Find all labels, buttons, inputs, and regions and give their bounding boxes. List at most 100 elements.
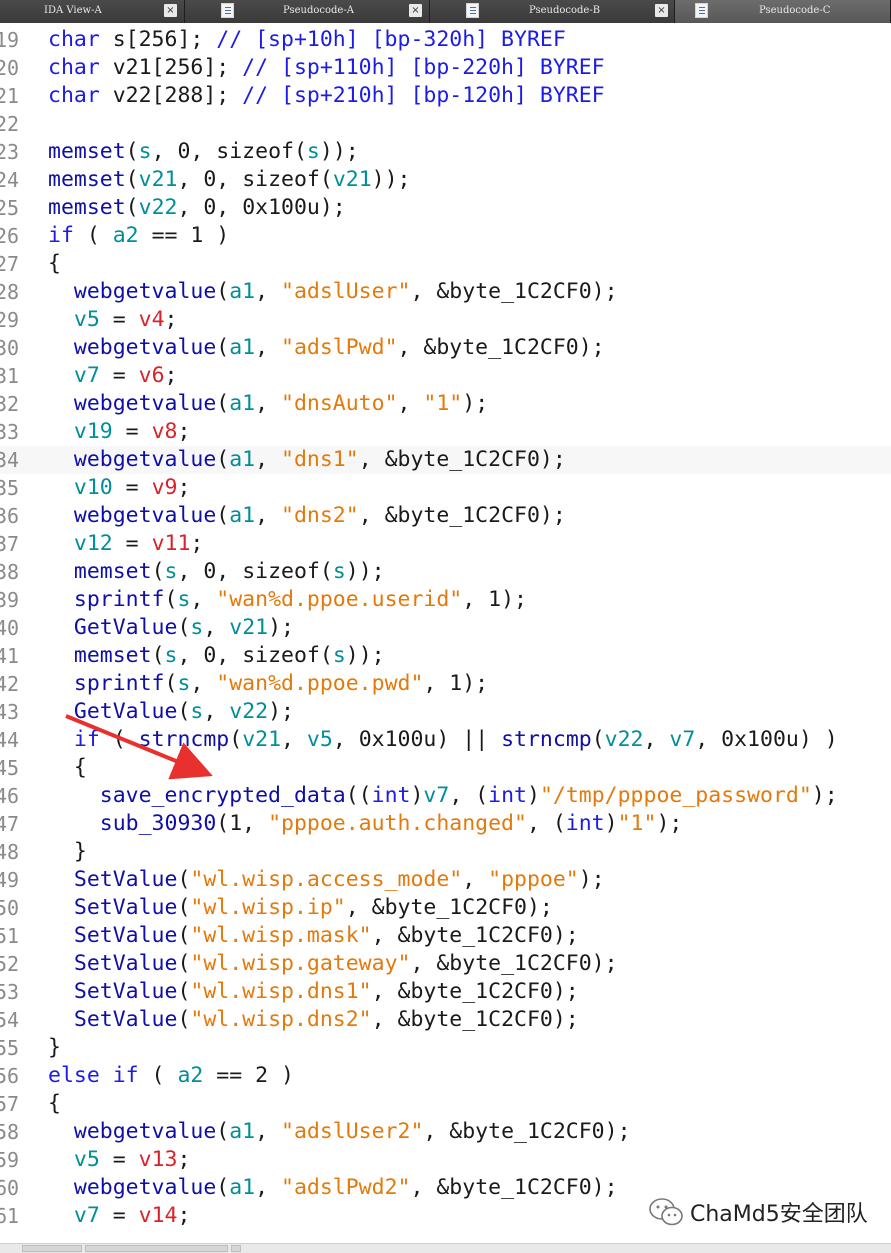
code-line[interactable]: 58 webgetvalue(a1, "adslUser2", &byte_1C… xyxy=(0,1118,891,1146)
code-token-fn[interactable]: memset xyxy=(74,559,152,584)
code-line[interactable]: 56 else if ( a2 == 2 ) xyxy=(0,1062,891,1090)
code-token-fn[interactable]: SetValue xyxy=(74,951,178,976)
code-token-loc[interactable]: v4 xyxy=(139,307,165,332)
code-line[interactable]: 34 webgetvalue(a1, "dns1", &byte_1C2CF0)… xyxy=(0,446,891,474)
code-text[interactable]: v12 = v11; xyxy=(48,530,203,558)
code-token-var[interactable]: v7 xyxy=(423,783,449,808)
code-token-var[interactable]: v10 xyxy=(74,475,113,500)
code-token-cm[interactable]: // [sp+210h] [bp-120h] BYREF xyxy=(242,83,604,108)
code-text[interactable]: sprintf(s, "wan%d.ppoe.pwd", 1); xyxy=(48,670,488,698)
code-line[interactable]: 22 xyxy=(0,110,891,138)
code-token-var[interactable]: v21 xyxy=(229,615,268,640)
code-line[interactable]: 46 save_encrypted_data((int)v7, (int)"/t… xyxy=(0,782,891,810)
code-token-var[interactable]: v21 xyxy=(242,727,281,752)
scrollbar-segment[interactable] xyxy=(231,1245,241,1252)
code-line[interactable]: 32 webgetvalue(a1, "dnsAuto", "1"); xyxy=(0,390,891,418)
code-text[interactable]: } xyxy=(48,838,87,866)
close-icon[interactable]: × xyxy=(655,4,668,17)
code-token-fn[interactable]: save_encrypted_data xyxy=(100,783,346,808)
code-text[interactable]: memset(v21, 0, sizeof(v21)); xyxy=(48,166,411,194)
code-token-kw[interactable]: char xyxy=(48,27,100,52)
code-token-fn[interactable]: memset xyxy=(48,167,126,192)
code-token-kw[interactable]: char xyxy=(48,55,100,80)
code-token-loc[interactable]: v13 xyxy=(139,1147,178,1172)
pseudocode-view[interactable]: 19 char s[256]; // [sp+10h] [bp-320h] BYR… xyxy=(0,26,891,1230)
code-token-var[interactable]: a1 xyxy=(229,503,255,528)
code-token-str[interactable]: "adslUser2" xyxy=(281,1119,423,1144)
code-text[interactable]: char v21[256]; // [sp+110h] [bp-220h] BY… xyxy=(48,54,605,82)
code-token-var[interactable]: s xyxy=(139,139,152,164)
code-token-fn[interactable]: webgetvalue xyxy=(74,447,216,472)
code-token-str[interactable]: "dns1" xyxy=(281,447,359,472)
code-token-str[interactable]: "wl.wisp.ip" xyxy=(190,895,345,920)
code-token-var[interactable]: s xyxy=(177,587,190,612)
code-line[interactable]: 23 memset(s, 0, sizeof(s)); xyxy=(0,138,891,166)
close-icon[interactable]: × xyxy=(409,4,422,17)
code-line[interactable]: 39 sprintf(s, "wan%d.ppoe.userid", 1); xyxy=(0,586,891,614)
code-token-loc[interactable]: v14 xyxy=(139,1203,178,1228)
code-text[interactable]: sub_30930(1, "pppoe.auth.changed", (int)… xyxy=(48,810,683,838)
code-token-fn[interactable]: GetValue xyxy=(74,615,178,640)
code-text[interactable]: else if ( a2 == 2 ) xyxy=(48,1062,294,1090)
code-token-fn[interactable]: webgetvalue xyxy=(74,1119,216,1144)
code-token-str[interactable]: "adslPwd" xyxy=(281,335,398,360)
code-text[interactable]: char v22[288]; // [sp+210h] [bp-120h] BY… xyxy=(48,82,605,110)
code-token-var[interactable]: v7 xyxy=(669,727,695,752)
code-text[interactable]: webgetvalue(a1, "adslUser", &byte_1C2CF0… xyxy=(48,278,618,306)
code-token-str[interactable]: "wl.wisp.gateway" xyxy=(190,951,410,976)
code-text[interactable]: webgetvalue(a1, "adslUser2", &byte_1C2CF… xyxy=(48,1118,631,1146)
code-token-fn[interactable]: webgetvalue xyxy=(74,503,216,528)
code-token-var[interactable]: v19 xyxy=(74,419,113,444)
code-token-str[interactable]: "dnsAuto" xyxy=(281,391,398,416)
code-line[interactable]: 31 v7 = v6; xyxy=(0,362,891,390)
code-token-str[interactable]: "wan%d.ppoe.pwd" xyxy=(216,671,423,696)
scrollbar-segment[interactable] xyxy=(22,1245,82,1252)
code-line[interactable]: 36 webgetvalue(a1, "dns2", &byte_1C2CF0)… xyxy=(0,502,891,530)
code-line[interactable]: 20 char v21[256]; // [sp+110h] [bp-220h] … xyxy=(0,54,891,82)
code-text[interactable]: SetValue("wl.wisp.dns1", &byte_1C2CF0); xyxy=(48,978,579,1006)
code-token-fn[interactable]: SetValue xyxy=(74,979,178,1004)
code-token-var[interactable]: a1 xyxy=(229,335,255,360)
code-token-kw[interactable]: int xyxy=(566,811,605,836)
code-token-str[interactable]: "wl.wisp.dns1" xyxy=(190,979,371,1004)
code-line[interactable]: 55} xyxy=(0,1034,891,1062)
code-token-var[interactable]: v7 xyxy=(74,363,100,388)
code-token-kw[interactable]: int xyxy=(372,783,411,808)
code-token-var[interactable]: v7 xyxy=(74,1203,100,1228)
code-line[interactable]: 29 v5 = v4; xyxy=(0,306,891,334)
code-line[interactable]: 33 v19 = v8; xyxy=(0,418,891,446)
code-token-str[interactable]: "1" xyxy=(423,391,462,416)
code-token-fn[interactable]: webgetvalue xyxy=(74,279,216,304)
code-token-cm[interactable]: // [sp+10h] [bp-320h] BYREF xyxy=(216,27,566,52)
code-line[interactable]: 30 webgetvalue(a1, "adslPwd", &byte_1C2C… xyxy=(0,334,891,362)
code-line[interactable]: 57 { xyxy=(0,1090,891,1118)
code-token-kw[interactable]: else if xyxy=(48,1063,139,1088)
code-line[interactable]: 51 SetValue("wl.wisp.mask", &byte_1C2CF0… xyxy=(0,922,891,950)
code-line[interactable]: 42 sprintf(s, "wan%d.ppoe.pwd", 1); xyxy=(0,670,891,698)
code-text[interactable]: v10 = v9; xyxy=(48,474,191,502)
code-line[interactable]: 24 memset(v21, 0, sizeof(v21)); xyxy=(0,166,891,194)
code-token-var[interactable]: a1 xyxy=(229,1175,255,1200)
code-text[interactable]: v7 = v14; xyxy=(48,1202,191,1230)
code-text[interactable]: { xyxy=(48,250,61,278)
code-token-fn[interactable]: webgetvalue xyxy=(74,1175,216,1200)
code-token-fn[interactable]: webgetvalue xyxy=(74,391,216,416)
code-token-fn[interactable]: sub_30930 xyxy=(100,811,217,836)
code-token-var[interactable]: v21 xyxy=(139,167,178,192)
code-text[interactable]: memset(v22, 0, 0x100u); xyxy=(48,194,346,222)
code-line[interactable]: 26 if ( a2 == 1 ) xyxy=(0,222,891,250)
code-token-loc[interactable]: v9 xyxy=(152,475,178,500)
code-token-var[interactable]: s xyxy=(307,139,320,164)
code-token-var[interactable]: s xyxy=(165,559,178,584)
code-text[interactable]: v19 = v8; xyxy=(48,418,191,446)
code-text[interactable]: webgetvalue(a1, "dnsAuto", "1"); xyxy=(48,390,488,418)
code-token-str[interactable]: "wan%d.ppoe.userid" xyxy=(216,587,462,612)
tab-pseudocode-a[interactable]: Pseudocode-A × xyxy=(185,0,430,23)
tab-pseudocode-b[interactable]: Pseudocode-B × xyxy=(430,0,675,23)
code-text[interactable]: webgetvalue(a1, "adslPwd2", &byte_1C2CF0… xyxy=(48,1174,618,1202)
code-token-loc[interactable]: v11 xyxy=(152,531,191,556)
code-token-fn[interactable]: sprintf xyxy=(74,587,165,612)
code-text[interactable]: { xyxy=(48,1090,61,1118)
code-token-var[interactable]: a2 xyxy=(113,223,139,248)
code-line[interactable]: 37 v12 = v11; xyxy=(0,530,891,558)
